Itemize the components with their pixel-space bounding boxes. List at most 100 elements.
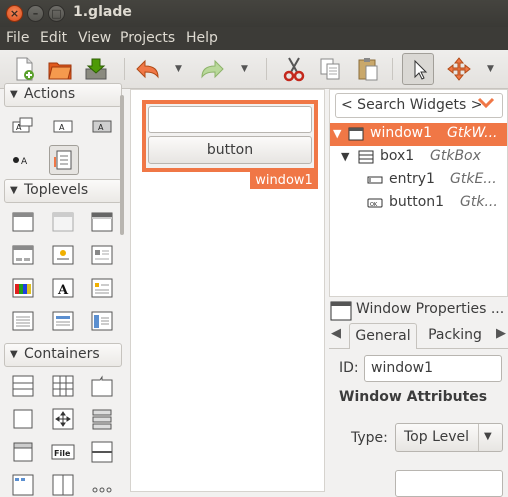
palette-scrollbar[interactable] (120, 95, 124, 235)
button-box-palette-item[interactable] (89, 406, 115, 432)
type-dropdown[interactable]: Top Level ▼ (395, 423, 503, 452)
chevron-down-icon: ▼ (484, 431, 492, 442)
undo-menu-arrow[interactable]: ▼ (175, 64, 185, 74)
new-file-button[interactable] (10, 55, 38, 83)
palette-group-containers[interactable]: ▼ Containers (4, 343, 122, 367)
window-icon (348, 127, 364, 141)
paned-palette-item[interactable] (89, 439, 115, 465)
minimize-icon: – (32, 7, 39, 20)
minimize-button[interactable]: – (27, 5, 44, 22)
svg-text:File: File (54, 449, 71, 458)
toolbar-overflow-arrow[interactable]: ▼ (487, 64, 497, 74)
search-widgets-button[interactable]: < Search Widgets > (335, 93, 503, 118)
about-dialog-palette-item[interactable] (50, 242, 76, 268)
pointer-icon (414, 59, 428, 80)
tab-packing[interactable]: Packing (423, 323, 487, 349)
button1-preview[interactable]: button (148, 136, 312, 164)
alignment-palette-item[interactable] (50, 406, 76, 432)
id-field[interactable]: window1 (364, 355, 502, 382)
redo-button[interactable] (198, 55, 226, 83)
save-button[interactable] (82, 55, 110, 83)
file-chooser-widget-palette-item[interactable]: File (50, 439, 76, 465)
redo-menu-arrow[interactable]: ▼ (241, 64, 251, 74)
tree-row-button1[interactable]: OK button1 Gtk... (330, 192, 507, 215)
palette-group-actions[interactable]: ▼ Actions (4, 83, 122, 107)
recent-action-palette-item[interactable]: A (10, 146, 36, 172)
cut-button[interactable] (280, 55, 308, 83)
tab-general[interactable]: General (349, 323, 417, 349)
close-icon: × (9, 7, 20, 20)
palette-group-toplevels[interactable]: ▼ Toplevels (4, 179, 122, 203)
properties-title: Window Properties ... (356, 301, 505, 317)
tree-item-type: GtkW... (447, 125, 498, 141)
toolbar-separator (266, 58, 267, 80)
message-dialog-palette-item[interactable] (89, 242, 115, 268)
recent-chooser-dialog-palette-item[interactable] (89, 275, 115, 301)
expander-down-icon[interactable]: ▼ (341, 150, 349, 163)
menubar-icon (12, 474, 34, 496)
expander-icon (13, 442, 33, 462)
title-bar: × – □ 1.glade (0, 0, 508, 27)
drag-resize-button[interactable] (445, 55, 473, 83)
toggle-action-palette-item[interactable]: A (89, 113, 115, 139)
app-chooser-dialog-palette-item[interactable] (50, 308, 76, 334)
paste-button[interactable] (354, 55, 382, 83)
next-property-field[interactable] (395, 470, 503, 497)
radio-action-palette-item[interactable]: A (50, 113, 76, 139)
expander-down-icon: ▼ (10, 89, 18, 100)
frame-palette-item[interactable] (10, 406, 36, 432)
font-chooser-dialog-palette-item[interactable]: A (50, 275, 76, 301)
box-palette-item[interactable] (10, 373, 36, 399)
expander-palette-item[interactable] (10, 439, 36, 465)
action-palette-item[interactable]: A (10, 113, 36, 139)
alignment-icon (52, 408, 74, 430)
assistant-icon (91, 311, 113, 331)
application-window-palette-item[interactable] (89, 209, 115, 235)
tree-row-entry1[interactable]: entry1 GtkE... (330, 169, 507, 192)
tab-scroll-left-icon[interactable]: ◀ (331, 326, 341, 341)
file-chooser-dialog-icon (12, 311, 34, 331)
action-group-palette-item[interactable] (49, 145, 79, 175)
maximize-button[interactable]: □ (48, 5, 65, 22)
close-button[interactable]: × (6, 5, 23, 22)
window-attributes-heading: Window Attributes (339, 389, 488, 405)
menu-file[interactable]: File (6, 30, 29, 46)
expander-down-icon[interactable]: ▼ (333, 127, 341, 140)
save-icon (85, 58, 107, 80)
paste-icon (358, 58, 378, 81)
window-palette-item[interactable] (10, 209, 36, 235)
tree-item-name: box1 (380, 148, 415, 164)
menu-view[interactable]: View (78, 30, 111, 46)
color-chooser-dialog-icon (12, 278, 34, 298)
tree-row-window1[interactable]: ▼ window1 GtkW... (330, 123, 507, 146)
dialog-palette-item[interactable] (10, 242, 36, 268)
frame-icon (13, 409, 33, 429)
tree-item-name: button1 (389, 194, 445, 210)
open-button[interactable] (46, 55, 74, 83)
pointer-mode-button[interactable] (402, 53, 434, 85)
type-dropdown-value: Top Level (404, 429, 470, 445)
tree-item-name: entry1 (389, 171, 435, 187)
tree-row-box1[interactable]: ▼ box1 GtkBox (330, 146, 507, 169)
widget-palette: ▼ Actions A A A A ▼ Toplevels A ▼ Contai… (0, 83, 125, 497)
menu-projects[interactable]: Projects (120, 30, 175, 46)
file-chooser-dialog-palette-item[interactable] (10, 308, 36, 334)
entry-icon (367, 173, 383, 187)
copy-button[interactable] (316, 55, 344, 83)
assistant-palette-item[interactable] (89, 308, 115, 334)
grid-palette-item[interactable] (50, 373, 76, 399)
tab-scroll-right-icon[interactable]: ▶ (496, 326, 506, 341)
paned-icon (91, 441, 113, 463)
cut-icon (283, 57, 305, 82)
color-chooser-dialog-palette-item[interactable] (10, 275, 36, 301)
menubar-palette-item[interactable] (10, 472, 36, 497)
layout-palette-item[interactable] (89, 472, 115, 497)
menu-help[interactable]: Help (186, 30, 218, 46)
button-icon: OK (367, 196, 383, 210)
toolbar-palette-item[interactable] (50, 472, 76, 497)
notebook-palette-item[interactable] (89, 373, 115, 399)
menu-edit[interactable]: Edit (40, 30, 67, 46)
entry1-preview[interactable] (148, 106, 312, 133)
undo-button[interactable] (134, 55, 162, 83)
offscreen-window-palette-item[interactable] (50, 209, 76, 235)
